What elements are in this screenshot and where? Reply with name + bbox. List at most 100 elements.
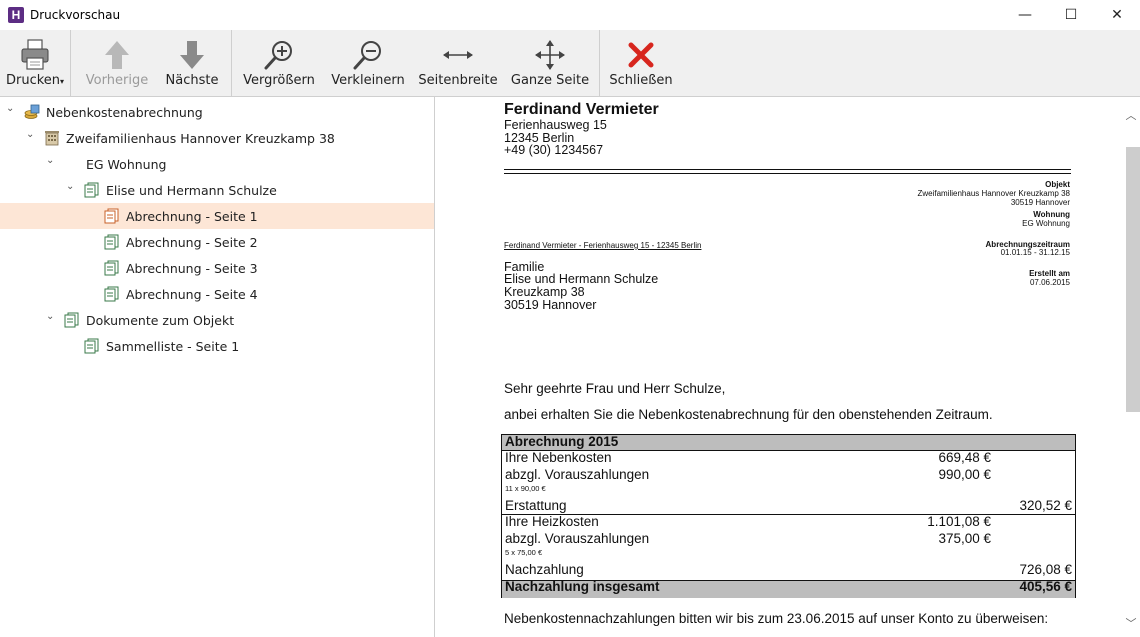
tree-item-dokumente[interactable]: ⌄ Dokumente zum Objekt [0,307,434,333]
previous-page-button[interactable]: Vorherige [80,30,154,96]
document-page-icon [104,286,120,302]
toolbar-separator [231,30,232,96]
app-icon: H [8,7,24,23]
close-label: Schließen [608,73,674,88]
preview-scrollbar[interactable]: ︿ ﹀ [1122,97,1140,637]
arrow-down-icon [175,38,209,72]
recipient-line3: Kreuzkamp 38 [504,285,585,299]
nk-prepay-label: abzgl. Vorauszahlungen [505,467,649,482]
zoom-out-button[interactable]: Verkleinern [330,30,406,96]
zoom-in-icon [262,38,296,72]
maximize-button[interactable]: ☐ [1048,0,1094,30]
billing-table: Abrechnung 2015 Ihre Nebenkosten 669,48 … [501,434,1076,598]
hk-prepay-label: abzgl. Vorauszahlungen [505,531,649,546]
tree-item-label: EG Wohnung [86,157,166,172]
close-x-icon [624,38,658,72]
document-stack-icon [84,182,100,198]
tree-item-label: Sammelliste - Seite 1 [106,339,239,354]
whole-page-icon [533,38,567,72]
tree-item-abrechnung-seite-3[interactable]: Abrechnung - Seite 3 [0,255,434,281]
minimize-button[interactable]: — [1002,0,1048,30]
document-page-icon [104,208,120,224]
tree-item-unit[interactable]: ⌄ EG Wohnung [0,151,434,177]
intro-text: anbei erhalten Sie die Nebenkostenabrech… [504,407,993,422]
tree-item-sammelliste[interactable]: Sammelliste - Seite 1 [0,333,434,359]
page-width-label: Seitenbreite [418,73,498,88]
meta-unit-value: EG Wohnung [1022,219,1070,228]
page-width-button[interactable]: Seitenbreite [418,30,498,96]
coins-icon [24,104,40,120]
tree-item-label: Abrechnung - Seite 4 [126,287,258,302]
meta-created-label: Erstellt am [1029,269,1070,278]
heizkosten-amount: 1.101,08 € [927,514,991,529]
printer-icon [18,38,52,72]
close-preview-button[interactable]: Schließen [608,30,674,96]
toolbar: Drucken▾ Vorherige Nächste Vergrößern Ve… [0,30,1140,97]
print-button[interactable]: Drucken▾ [4,30,66,96]
meta-unit-label: Wohnung [1033,210,1070,219]
tree-item-abrechnung-seite-1[interactable]: Abrechnung - Seite 1 [0,203,434,229]
print-label: Drucken▾ [4,73,66,88]
heizkosten-label: Ihre Heizkosten [505,514,599,529]
toolbar-separator [70,30,71,96]
scroll-up-icon[interactable]: ︿ [1125,107,1137,123]
sender-name: Ferdinand Vermieter [504,101,659,119]
tree-item-tenant[interactable]: ⌄ Elise und Hermann Schulze [0,177,434,203]
hk-prepay-detail: 5 x 75,00 € [505,548,542,557]
previous-label: Vorherige [80,73,154,88]
print-preview-pane[interactable]: Ferdinand Vermieter Ferienhausweg 15 123… [435,97,1140,637]
next-label: Nächste [160,73,224,88]
building-icon [44,130,60,146]
zoom-out-label: Verkleinern [330,73,406,88]
header-rule [504,173,1071,174]
meta-object-line1: Zweifamilienhaus Hannover Kreuzkamp 38 [917,189,1070,198]
document-page-icon [104,260,120,276]
recipient-line2: Elise und Hermann Schulze [504,272,658,286]
whole-page-button[interactable]: Ganze Seite [510,30,590,96]
tree-item-label: Abrechnung - Seite 3 [126,261,258,276]
meta-period-value: 01.01.15 - 31.12.15 [1001,248,1070,257]
nebenkosten-label: Ihre Nebenkosten [505,450,612,465]
meta-object-line2: 30519 Hannover [1011,198,1070,207]
total-amount: 405,56 € [1019,579,1072,594]
scrollbar-thumb[interactable] [1126,147,1140,412]
document-page-icon [84,338,100,354]
chevron-down-icon[interactable]: ⌄ [6,103,18,117]
next-page-button[interactable]: Nächste [160,30,224,96]
chevron-down-icon[interactable]: ⌄ [66,181,78,195]
close-window-button[interactable]: ✕ [1094,0,1140,30]
scroll-down-icon[interactable]: ﹀ [1125,615,1137,631]
chevron-down-icon[interactable]: ⌄ [26,129,38,143]
tree-item-nebenkostenabrechnung[interactable]: ⌄ Nebenkostenabrechnung [0,99,434,125]
tree-item-abrechnung-seite-2[interactable]: Abrechnung - Seite 2 [0,229,434,255]
zoom-in-button[interactable]: Vergrößern [240,30,318,96]
title-bar: H Druckvorschau — ☐ ✕ [0,0,1140,30]
recipient-line4: 30519 Hannover [504,298,596,312]
refund-label: Erstattung [505,498,567,513]
whole-page-label: Ganze Seite [510,73,590,88]
tree-item-object[interactable]: ⌄ Zweifamilienhaus Hannover Kreuzkamp 38 [0,125,434,151]
nebenkosten-amount: 669,48 € [938,450,991,465]
due-label: Nachzahlung [505,562,584,577]
sender-street: Ferienhausweg 15 [504,118,607,132]
chevron-down-icon[interactable]: ⌄ [46,311,58,325]
chevron-down-icon[interactable]: ⌄ [46,155,58,169]
tree-item-label: Abrechnung - Seite 2 [126,235,258,250]
zoom-in-label: Vergrößern [240,73,318,88]
total-label: Nachzahlung insgesamt [505,579,660,594]
due-amount: 726,08 € [1019,562,1072,577]
return-address: Ferdinand Vermieter - Ferienhausweg 15 -… [504,241,701,250]
toolbar-separator [599,30,600,96]
tree-item-label: Abrechnung - Seite 1 [126,209,258,224]
meta-object-label: Objekt [1045,180,1070,189]
closing-text: Nebenkostennachzahlungen bitten wir bis … [504,611,1048,626]
nk-prepay-detail: 11 x 90,00 € [505,484,546,493]
document-page-icon [104,234,120,250]
tree-item-abrechnung-seite-4[interactable]: Abrechnung - Seite 4 [0,281,434,307]
page-width-icon [441,38,475,72]
zoom-out-icon [351,38,385,72]
tree-item-label: Nebenkostenabrechnung [46,105,203,120]
header-rule [504,169,1071,170]
hk-prepay-amount: 375,00 € [938,531,991,546]
sender-phone: +49 (30) 1234567 [504,143,603,157]
